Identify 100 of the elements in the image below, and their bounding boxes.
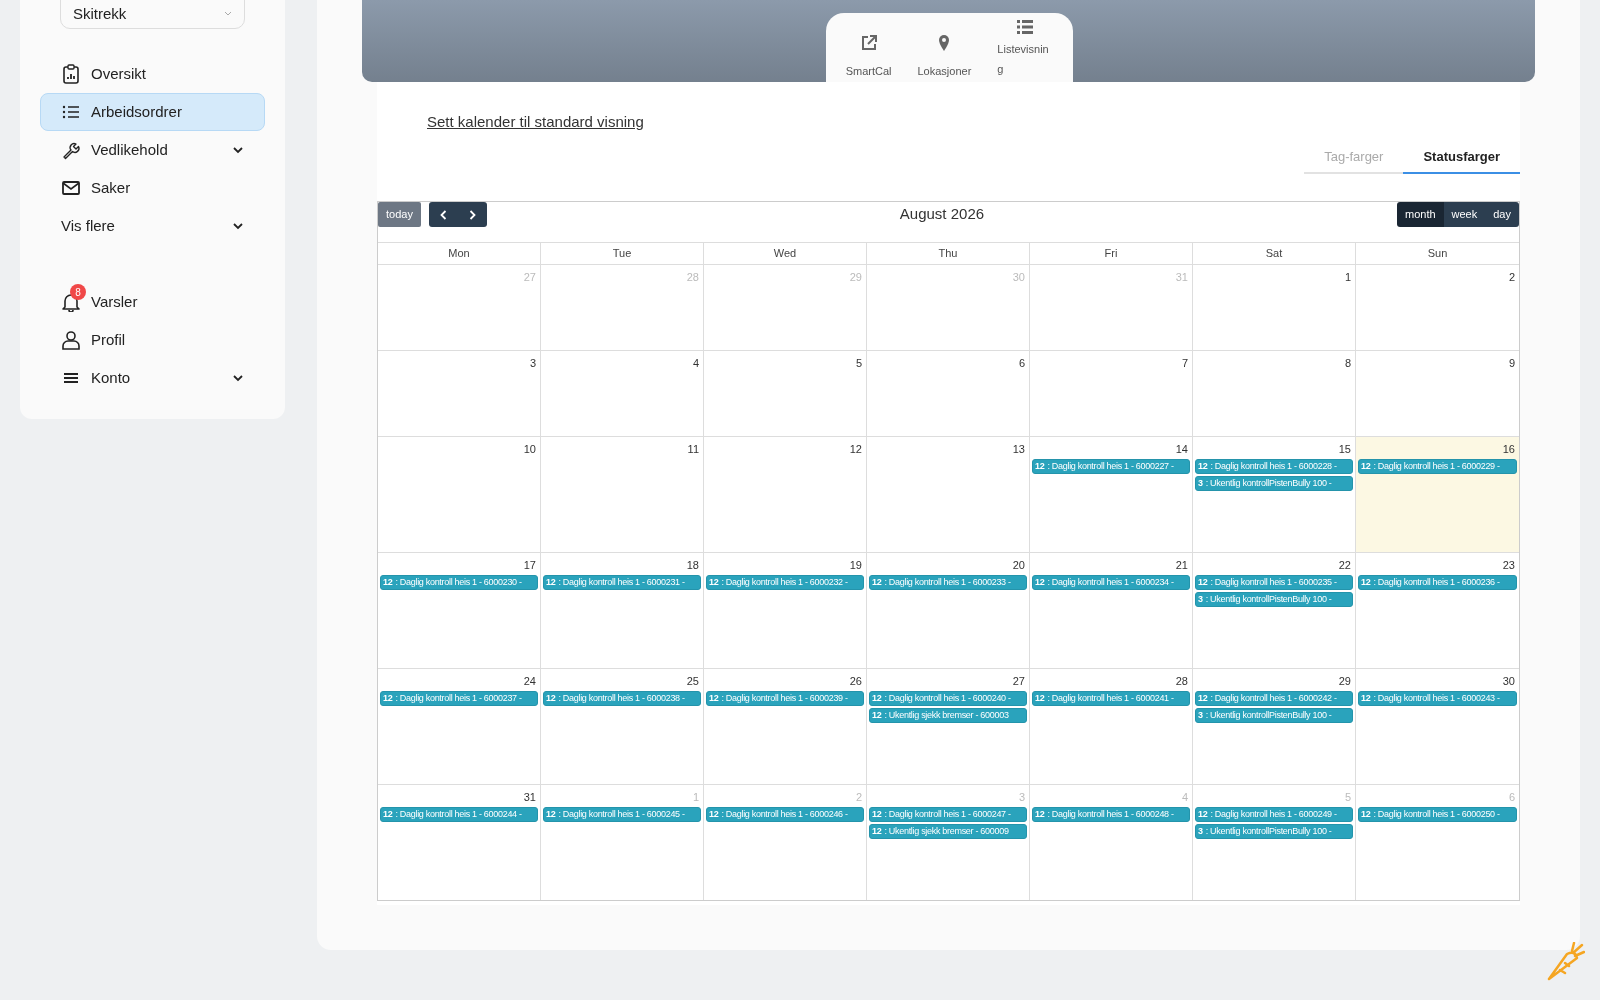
- calendar-event[interactable]: 12 : Daglig kontroll heis 1 - 6000235 -: [1195, 575, 1353, 590]
- calendar-event[interactable]: 12 : Daglig kontroll heis 1 - 6000227 -: [1032, 459, 1190, 474]
- day-number: 4: [1181, 790, 1188, 805]
- mail-icon: [61, 178, 81, 198]
- calendar-title: August 2026: [899, 204, 985, 225]
- clipboard-icon: [61, 64, 81, 84]
- calendar-event[interactable]: 12 : Daglig kontroll heis 1 - 6000247 -: [869, 807, 1027, 822]
- nav-item[interactable]: Vis flere: [40, 207, 265, 245]
- calendar-event[interactable]: 12 : Daglig kontroll heis 1 - 6000234 -: [1032, 575, 1190, 590]
- today-button[interactable]: today: [378, 202, 421, 227]
- day-number: 23: [1502, 558, 1515, 573]
- calendar-event[interactable]: 12 : Daglig kontroll heis 1 - 6000236 -: [1358, 575, 1517, 590]
- day-number: 29: [849, 270, 862, 285]
- day-number: 7: [1181, 356, 1188, 371]
- calendar-event[interactable]: 12 : Daglig kontroll heis 1 - 6000243 -: [1358, 691, 1517, 706]
- day-number: 9: [1508, 356, 1515, 371]
- day-number: 5: [855, 356, 862, 371]
- notification-badge: 8: [70, 284, 86, 300]
- day-number: 15: [1338, 442, 1351, 457]
- day-number: 24: [523, 674, 536, 689]
- next-button[interactable]: [457, 202, 487, 227]
- day-number: 31: [523, 790, 536, 805]
- day-number: 27: [1012, 674, 1025, 689]
- calendar-event[interactable]: 12 : Daglig kontroll heis 1 - 6000228 -: [1195, 459, 1353, 474]
- day-number: 11: [687, 442, 699, 457]
- calendar-event[interactable]: 3 : Ukentlig kontrollPistenBully 100 -: [1195, 592, 1353, 607]
- day-number: 20: [1012, 558, 1025, 573]
- nav-item[interactable]: Arbeidsordrer: [40, 93, 265, 131]
- day-number: 2: [1508, 270, 1515, 285]
- chevron-left-icon: [439, 209, 447, 220]
- carrot-icon: [1545, 942, 1585, 982]
- color-tab[interactable]: Statusfarger: [1403, 142, 1520, 174]
- day-number: 1: [692, 790, 699, 805]
- calendar-event[interactable]: 12 : Daglig kontroll heis 1 - 6000232 -: [706, 575, 864, 590]
- chevron-right-icon: [468, 209, 476, 220]
- day-number: 27: [523, 270, 536, 285]
- calendar-event[interactable]: 12 : Daglig kontroll heis 1 - 6000240 -: [869, 691, 1027, 706]
- day-number: 31: [1175, 270, 1188, 285]
- color-tab[interactable]: Tag-farger: [1304, 142, 1404, 174]
- calendar-event[interactable]: 12 : Daglig kontroll heis 1 - 6000248 -: [1032, 807, 1190, 822]
- day-number: 4: [692, 356, 699, 371]
- calendar-event[interactable]: 12 : Daglig kontroll heis 1 - 6000239 -: [706, 691, 864, 706]
- nav-item[interactable]: Saker: [40, 169, 265, 207]
- day-number: 25: [686, 674, 699, 689]
- view-tab[interactable]: Listevisning: [997, 17, 1054, 79]
- day-number: 19: [849, 558, 862, 573]
- day-number: 6: [1018, 356, 1025, 371]
- calendar-event[interactable]: 12 : Daglig kontroll heis 1 - 6000233 -: [869, 575, 1027, 590]
- nav-item[interactable]: Konto: [40, 359, 265, 397]
- calendar-event[interactable]: 12 : Daglig kontroll heis 1 - 6000242 -: [1195, 691, 1353, 706]
- calendar-event[interactable]: 3 : Ukentlig kontrollPistenBully 100 -: [1195, 824, 1353, 839]
- day-number: 5: [1344, 790, 1351, 805]
- calendar-event[interactable]: 12 : Daglig kontroll heis 1 - 6000250 -: [1358, 807, 1517, 822]
- calendar-event[interactable]: 12 : Daglig kontroll heis 1 - 6000238 -: [543, 691, 701, 706]
- location-select[interactable]: Skitrekk: [60, 0, 245, 29]
- previous-button[interactable]: [428, 202, 458, 227]
- day-number: 3: [529, 356, 536, 371]
- calendar-event[interactable]: 12 : Daglig kontroll heis 1 - 6000245 -: [543, 807, 701, 822]
- day-number: 3: [1018, 790, 1025, 805]
- calendar-event[interactable]: 12 : Ukentlig sjekk bremser - 600009: [869, 824, 1027, 839]
- view-button[interactable]: week: [1443, 202, 1486, 227]
- day-number: 2: [855, 790, 862, 805]
- calendar-event[interactable]: 3 : Ukentlig kontrollPistenBully 100 -: [1195, 476, 1353, 491]
- day-number: 21: [1175, 558, 1188, 573]
- day-number: 28: [686, 270, 699, 285]
- view-button[interactable]: day: [1485, 202, 1519, 227]
- view-tab[interactable]: SmartCal: [845, 17, 892, 80]
- day-number: 10: [523, 442, 536, 457]
- list-icon: [1015, 17, 1036, 37]
- calendar-event[interactable]: 3 : Ukentlig kontrollPistenBully 100 -: [1195, 708, 1353, 723]
- calendar-event[interactable]: 12 : Ukentlig sjekk bremser - 600003: [869, 708, 1027, 723]
- view-tab[interactable]: Lokasjoner: [917, 17, 972, 80]
- calendar-event[interactable]: 12 : Daglig kontroll heis 1 - 6000237 -: [380, 691, 538, 706]
- day-number: 26: [849, 674, 862, 689]
- nav-item[interactable]: 8 Varsler: [40, 283, 265, 321]
- nav-item[interactable]: Profil: [40, 321, 265, 359]
- calendar-event[interactable]: 12 : Daglig kontroll heis 1 - 6000231 -: [543, 575, 701, 590]
- calendar-event[interactable]: 12 : Daglig kontroll heis 1 - 6000230 -: [380, 575, 538, 590]
- calendar-event[interactable]: 12 : Daglig kontroll heis 1 - 6000241 -: [1032, 691, 1190, 706]
- wrench-icon: [61, 140, 81, 160]
- calendar-event[interactable]: 12 : Daglig kontroll heis 1 - 6000244 -: [380, 807, 538, 822]
- view-button[interactable]: month: [1397, 202, 1444, 227]
- day-number: 13: [1012, 442, 1025, 457]
- nav-item[interactable]: Oversikt: [40, 55, 265, 93]
- day-number: 29: [1338, 674, 1351, 689]
- day-number: 16: [1502, 442, 1515, 457]
- weekday-header: Sun: [1426, 246, 1449, 262]
- calendar-event[interactable]: 12 : Daglig kontroll heis 1 - 6000249 -: [1195, 807, 1353, 822]
- calendar-event[interactable]: 12 : Daglig kontroll heis 1 - 6000246 -: [706, 807, 864, 822]
- day-number: 6: [1508, 790, 1515, 805]
- user-icon: [61, 330, 81, 350]
- day-number: 1: [1344, 270, 1351, 285]
- day-number: 17: [523, 558, 536, 573]
- weekday-header: Sat: [1193, 243, 1356, 264]
- nav-item[interactable]: Vedlikehold: [40, 131, 265, 169]
- weekday-header: Mon: [378, 243, 541, 264]
- reset-calendar-link[interactable]: Sett kalender til standard visning: [427, 113, 644, 130]
- day-number: 22: [1338, 558, 1351, 573]
- weekday-header: Wed: [704, 243, 867, 264]
- calendar-event[interactable]: 12 : Daglig kontroll heis 1 - 6000229 -: [1358, 459, 1517, 474]
